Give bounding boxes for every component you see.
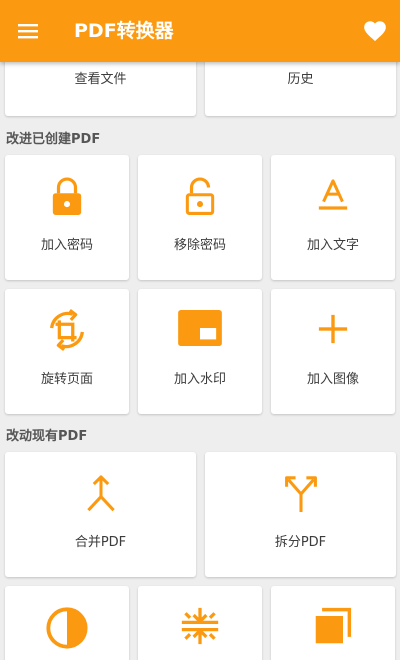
compress-icon — [181, 607, 219, 645]
rotate-pages-card[interactable]: 旋转页面 — [5, 289, 129, 414]
app-title: PDF转换器 — [74, 20, 174, 42]
add-password-card[interactable]: 加入密码 — [5, 155, 129, 280]
split-pdf-card[interactable]: 拆分PDF — [205, 452, 396, 577]
rotate-icon — [50, 309, 84, 351]
split-icon — [284, 476, 317, 512]
text-icon — [318, 179, 348, 210]
contrast-icon — [46, 607, 88, 649]
lock-icon — [52, 177, 82, 215]
compress-card[interactable] — [138, 586, 262, 660]
remove-password-card[interactable]: 移除密码 — [138, 155, 262, 280]
add-watermark-label: 加入水印 — [173, 372, 226, 387]
section-title-modify: 改动现有PDF — [6, 429, 88, 444]
view-files-label: 查看文件 — [74, 72, 127, 87]
merge-pdf-card[interactable]: 合并PDF — [5, 452, 196, 577]
plus-icon — [318, 314, 348, 344]
remove-password-label: 移除密码 — [173, 238, 226, 253]
menu-icon[interactable] — [14, 17, 42, 45]
history-label: 历史 — [287, 72, 314, 87]
copy-icon — [315, 607, 352, 644]
add-text-card[interactable]: 加入文字 — [271, 155, 395, 280]
copy-card[interactable] — [271, 586, 395, 660]
heart-icon[interactable] — [362, 18, 388, 44]
merge-icon — [86, 475, 115, 512]
section-title-improve: 改进已创建PDF — [6, 132, 101, 147]
merge-pdf-label: 合并PDF — [74, 535, 127, 550]
unlock-icon — [185, 177, 215, 215]
rotate-pages-label: 旋转页面 — [40, 372, 93, 387]
add-text-label: 加入文字 — [306, 238, 359, 253]
add-watermark-card[interactable]: 加入水印 — [138, 289, 262, 414]
add-image-label: 加入图像 — [306, 372, 359, 387]
watermark-icon — [178, 309, 222, 347]
split-pdf-label: 拆分PDF — [274, 535, 327, 550]
contrast-card[interactable] — [5, 586, 129, 660]
app-bar: PDF转换器 — [0, 0, 400, 62]
add-password-label: 加入密码 — [40, 238, 93, 253]
add-image-card[interactable]: 加入图像 — [271, 289, 395, 414]
